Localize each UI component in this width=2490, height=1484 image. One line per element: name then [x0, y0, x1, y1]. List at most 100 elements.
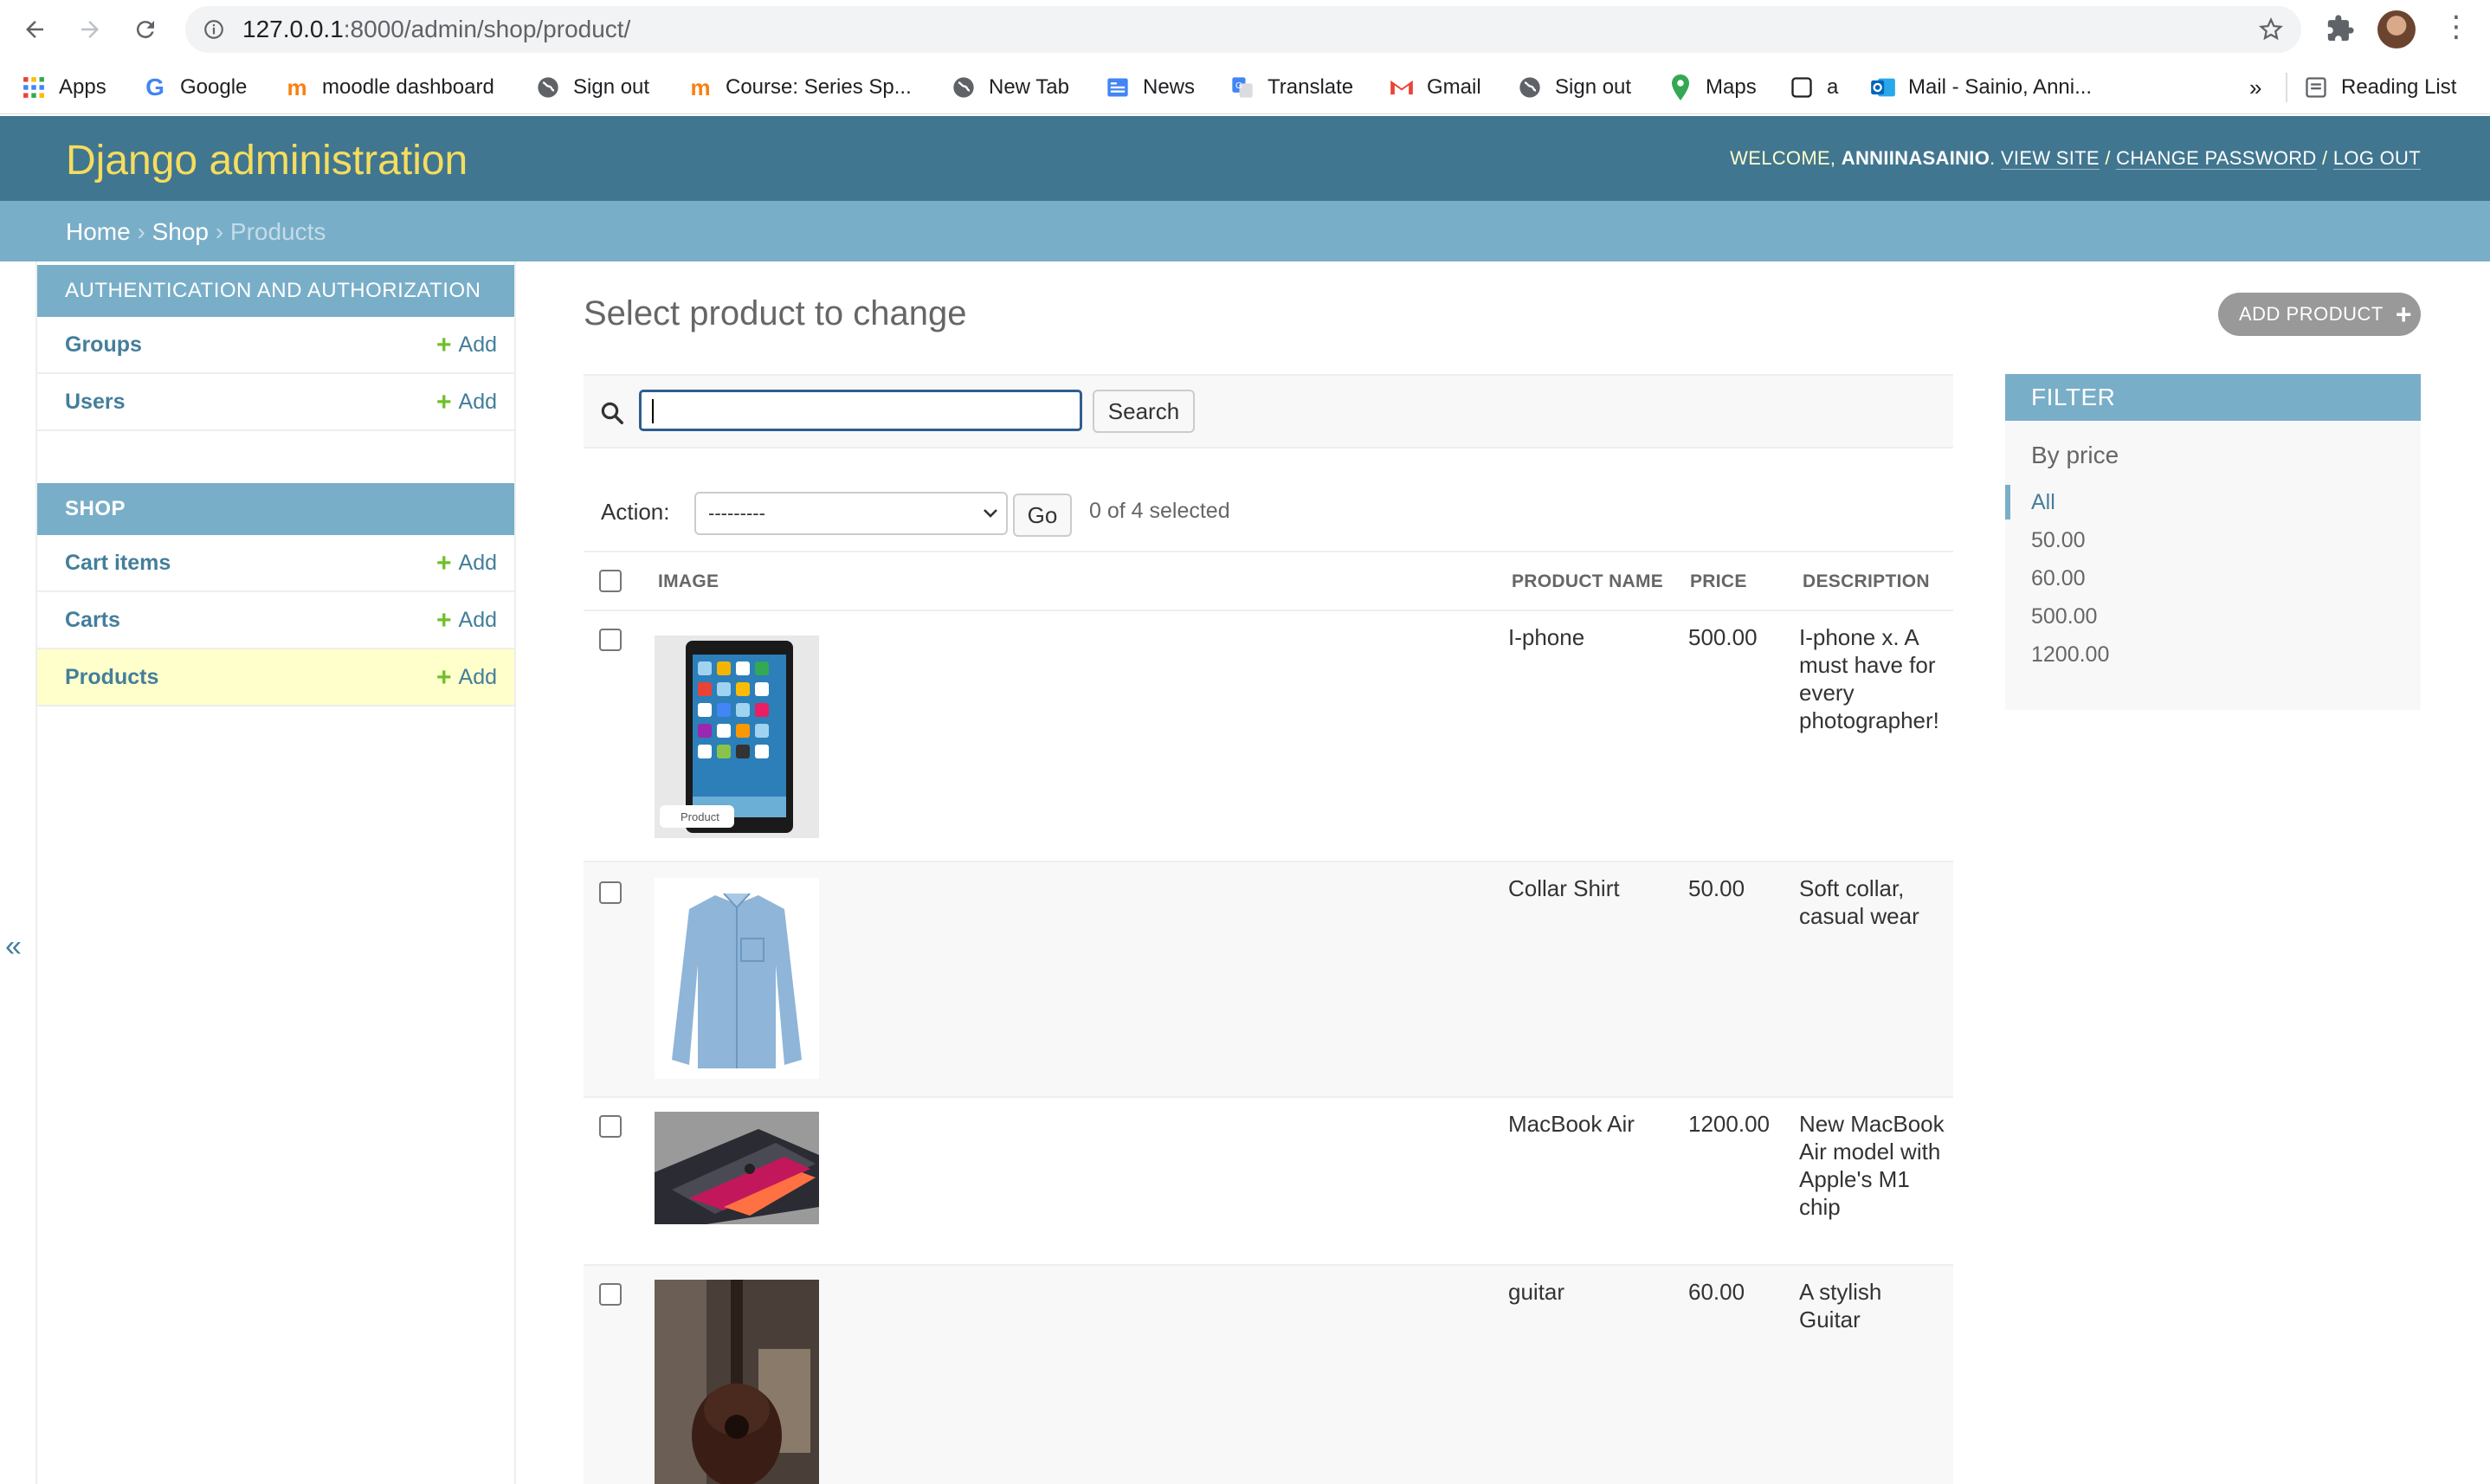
- site-branding-title[interactable]: Django administration: [66, 137, 468, 184]
- description-cell: Soft collar, casual wear: [1799, 875, 1919, 929]
- product-image-shirt[interactable]: [655, 878, 819, 1079]
- bookmarks-overflow-button[interactable]: »: [2249, 73, 2261, 102]
- add-groups-link[interactable]: + Add: [436, 332, 497, 358]
- add-carts-link[interactable]: + Add: [435, 605, 497, 635]
- outlook-icon: [1870, 74, 1896, 100]
- bookmark-sign-out-1[interactable]: Sign out: [535, 73, 649, 102]
- breadcrumb-home[interactable]: Home: [66, 218, 131, 245]
- column-header-description[interactable]: DESCRIPTION: [1803, 571, 1930, 592]
- text-cursor: [652, 399, 654, 423]
- bookmark-translate[interactable]: G Translate: [1229, 73, 1353, 102]
- product-image-iphone[interactable]: Product: [655, 636, 819, 838]
- breadcrumb-sep: ›: [215, 218, 224, 245]
- bookmark-moodle-dashboard[interactable]: m moodle dashboard: [284, 73, 493, 102]
- product-image-laptop[interactable]: [655, 1112, 819, 1224]
- product-name-cell[interactable]: guitar: [1508, 1278, 1564, 1306]
- bookmark-course[interactable]: m Course: Series Sp...: [687, 73, 911, 102]
- product-name-cell[interactable]: MacBook Air: [1508, 1110, 1635, 1138]
- sidebar-item-label[interactable]: Users: [65, 390, 126, 415]
- browser-menu-kebab-icon[interactable]: ⋮: [2442, 12, 2471, 42]
- address-bar[interactable]: 127.0.0.1:8000/admin/shop/product/: [185, 6, 2301, 53]
- reload-icon[interactable]: [128, 12, 163, 47]
- row-checkbox[interactable]: [599, 629, 622, 651]
- bookmark-google[interactable]: G Google: [142, 73, 247, 102]
- bookmark-star-icon[interactable]: [2258, 16, 2284, 47]
- actions-bar: Action: --------- Go 0 of 4 selected: [584, 480, 1953, 551]
- view-site-link[interactable]: VIEW SITE: [2000, 147, 2100, 170]
- svg-text:G: G: [1235, 81, 1242, 91]
- search-input[interactable]: [639, 390, 1082, 431]
- change-password-link[interactable]: CHANGE PASSWORD: [2116, 147, 2317, 170]
- price-cell: 500.00: [1688, 624, 1758, 650]
- moodle-icon: m: [690, 74, 711, 100]
- bookmark-new-tab[interactable]: New Tab: [951, 73, 1069, 102]
- back-arrow-icon[interactable]: [17, 12, 52, 47]
- image-label: Product: [681, 810, 719, 823]
- sidebar-item-products: Products + Add: [37, 649, 514, 707]
- column-header-image[interactable]: IMAGE: [658, 571, 719, 592]
- product-name-cell[interactable]: Collar Shirt: [1508, 874, 1620, 902]
- filter-option-all[interactable]: All: [2031, 490, 2055, 515]
- bookmark-news[interactable]: News: [1105, 73, 1195, 102]
- site-info-icon[interactable]: [203, 18, 225, 45]
- page-title: Select product to change: [584, 294, 967, 332]
- chevron-down-icon: [982, 494, 999, 547]
- plus-icon: +: [435, 605, 452, 635]
- sidebar-collapse-toggle[interactable]: «: [5, 930, 22, 964]
- price-cell: 60.00: [1688, 1279, 1745, 1305]
- bookmark-a[interactable]: a: [1789, 73, 1838, 102]
- module-caption-shop[interactable]: SHOP: [37, 483, 514, 535]
- profile-avatar[interactable]: [2377, 10, 2416, 48]
- bookmark-maps[interactable]: Maps: [1668, 73, 1757, 102]
- gmail-icon: [1389, 74, 1415, 100]
- add-products-link[interactable]: + Add: [436, 664, 497, 690]
- plus-icon: +: [2395, 299, 2413, 330]
- table-row: Product I-phone 500.00 I-phone x. A must…: [584, 611, 1953, 862]
- row-checkbox[interactable]: [599, 881, 622, 904]
- changelist-filter: FILTER By price All 50.00 60.00 500.00 1…: [2005, 374, 2421, 710]
- filter-option[interactable]: 60.00: [2031, 566, 2086, 591]
- row-checkbox[interactable]: [599, 1115, 622, 1138]
- reading-list-icon: [2303, 74, 2329, 100]
- sidebar-item-label[interactable]: Carts: [65, 608, 120, 633]
- column-header-price[interactable]: PRICE: [1690, 571, 1747, 592]
- sidebar-item-label[interactable]: Products: [65, 665, 158, 690]
- price-cell: 50.00: [1688, 875, 1745, 901]
- plus-icon: +: [435, 387, 452, 416]
- add-product-button[interactable]: ADD PRODUCT +: [2218, 293, 2421, 336]
- sidebar-item-label[interactable]: Cart items: [65, 551, 171, 576]
- filter-option[interactable]: 1200.00: [2031, 642, 2109, 668]
- bookmark-sign-out-2[interactable]: Sign out: [1517, 73, 1631, 102]
- action-select[interactable]: ---------: [694, 492, 1008, 535]
- breadcrumb-shop[interactable]: Shop: [152, 218, 209, 245]
- row-checkbox[interactable]: [599, 1283, 622, 1306]
- sidebar-right-border: [514, 261, 516, 1484]
- sidebar-item-label[interactable]: Groups: [65, 332, 142, 358]
- user-tools: WELCOME, ANNIINASAINIO. VIEW SITE / CHAN…: [1730, 147, 2421, 170]
- add-cart-items-link[interactable]: + Add: [436, 550, 497, 576]
- forward-arrow-icon[interactable]: [73, 12, 107, 47]
- bookmark-mail[interactable]: Mail - Sainio, Anni...: [1870, 73, 2092, 102]
- module-caption-auth[interactable]: AUTHENTICATION AND AUTHORIZATION: [37, 265, 514, 317]
- go-button[interactable]: Go: [1013, 494, 1072, 537]
- select-all-checkbox[interactable]: [599, 570, 622, 592]
- product-image-guitar[interactable]: [655, 1280, 819, 1484]
- extensions-puzzle-icon[interactable]: [2326, 14, 2355, 48]
- page-icon: [1789, 74, 1815, 100]
- sidebar-item-carts: Carts + Add: [37, 592, 514, 649]
- selected-count: 0 of 4 selected: [1089, 499, 1230, 523]
- price-cell: 1200.00: [1688, 1111, 1770, 1137]
- search-button[interactable]: Search: [1093, 390, 1195, 433]
- description-cell: New MacBook Air model with Apple's M1 ch…: [1799, 1111, 1945, 1220]
- bookmark-apps[interactable]: Apps: [21, 73, 106, 102]
- product-name-cell[interactable]: I-phone: [1508, 623, 1584, 651]
- filter-option[interactable]: 50.00: [2031, 528, 2086, 553]
- bookmark-gmail[interactable]: Gmail: [1389, 73, 1481, 102]
- globe-icon: [1517, 74, 1543, 100]
- filter-option[interactable]: 500.00: [2031, 604, 2097, 629]
- log-out-link[interactable]: LOG OUT: [2332, 147, 2421, 170]
- column-header-product-name[interactable]: PRODUCT NAME: [1512, 571, 1663, 592]
- add-users-link[interactable]: + Add: [435, 387, 497, 416]
- search-icon: [599, 400, 625, 430]
- reading-list-button[interactable]: Reading List: [2303, 73, 2456, 102]
